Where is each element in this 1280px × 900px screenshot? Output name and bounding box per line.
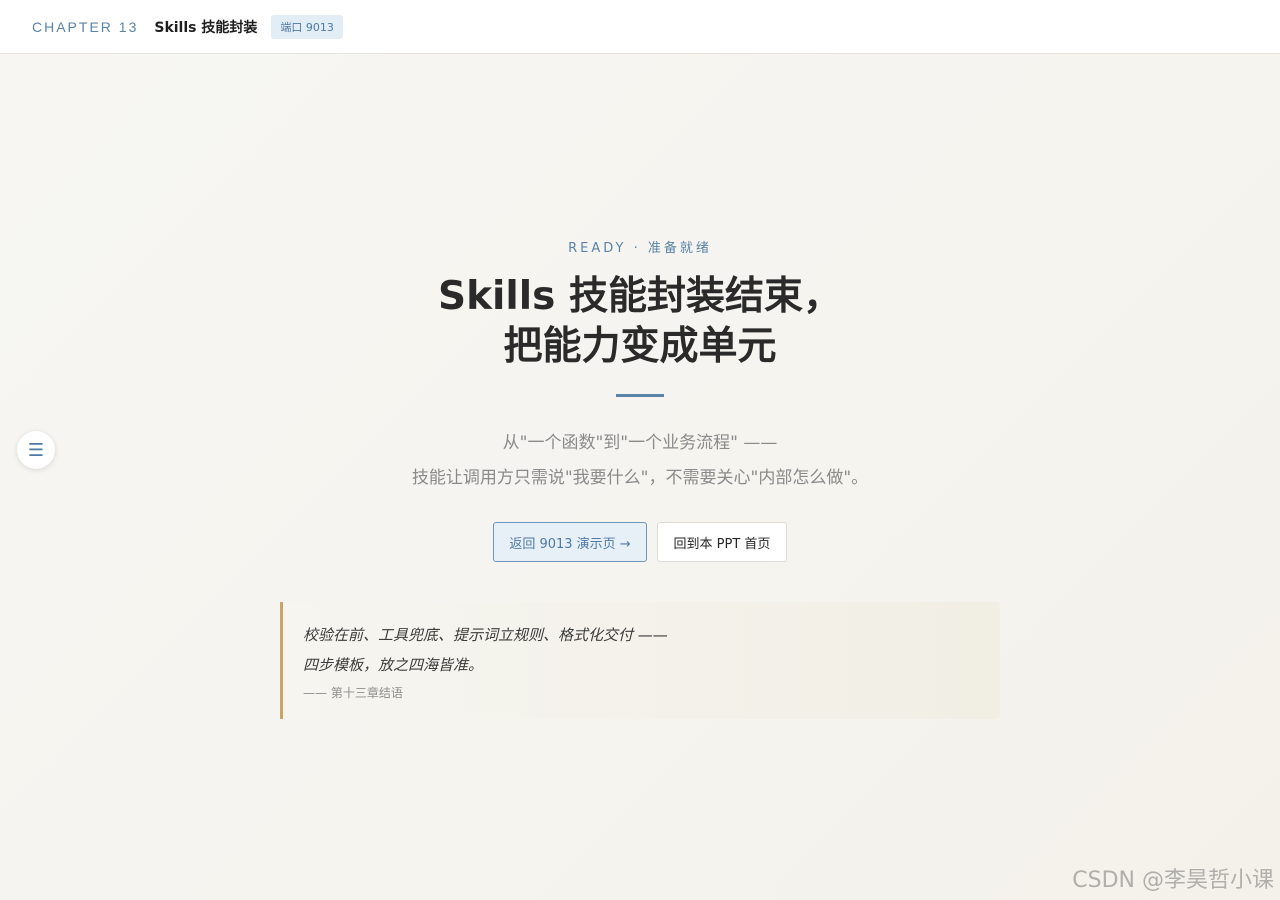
chapter-label: CHAPTER 13	[32, 18, 139, 35]
accent-divider	[616, 394, 664, 397]
quote-line-1: 校验在前、工具兜底、提示词立规则、格式化交付 ——	[303, 626, 668, 644]
quote-source: —— 第十三章结语	[303, 686, 403, 700]
subtitle-line-2: 技能让调用方只需说"我要什么"，不需要关心"内部怎么做"。	[411, 468, 869, 488]
headline-line-2: 把能力变成单元	[503, 324, 777, 369]
headline-line-1: Skills 技能封装结束，	[438, 274, 842, 319]
ready-eyebrow: READY · 准备就绪	[568, 241, 712, 256]
page-title: Skills 技能封装结束， 把能力变成单元	[0, 272, 1280, 372]
back-to-home-button[interactable]: 回到本 PPT 首页	[657, 522, 787, 562]
watermark: CSDN @李昊哲小课	[1072, 868, 1274, 893]
closing-quote: 校验在前、工具兜底、提示词立规则、格式化交付 —— 四步模板，放之四海皆准。 —…	[280, 602, 1000, 719]
quote-line-2: 四步模板，放之四海皆准。	[303, 656, 484, 674]
subtitle-line-1: 从"一个函数"到"一个业务流程" ——	[502, 433, 778, 453]
deck-title: Skills 技能封装	[154, 19, 258, 36]
port-badge: 端口 9013	[271, 14, 343, 39]
top-bar: CHAPTER 13 Skills 技能封装 端口 9013	[0, 0, 1280, 54]
back-to-demo-button[interactable]: 返回 9013 演示页 →	[493, 522, 647, 562]
